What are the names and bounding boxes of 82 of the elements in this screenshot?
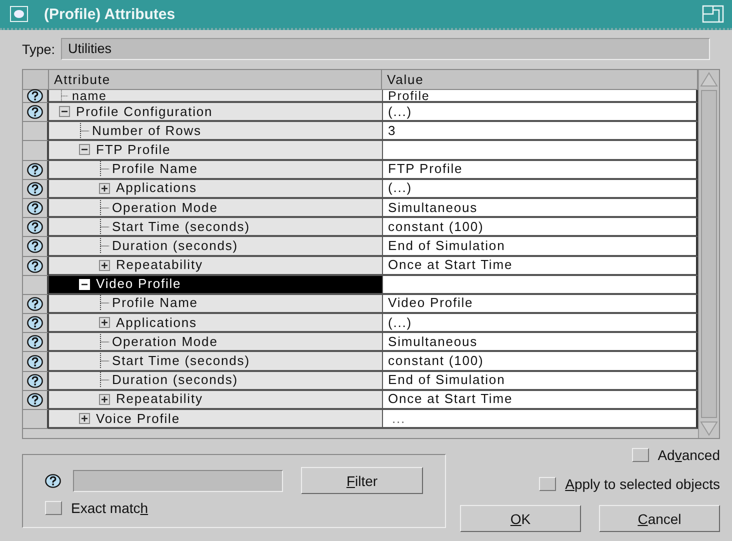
expand-icon[interactable] (79, 413, 90, 424)
help-icon[interactable] (27, 392, 43, 407)
tree-line (99, 372, 109, 388)
attribute-cell[interactable]: name (49, 90, 382, 103)
attribute-cell[interactable]: FTP Profile (49, 141, 382, 161)
attribute-cell[interactable]: Profile Name (49, 160, 382, 180)
attribute-cell[interactable]: Applications (49, 180, 382, 199)
attribute-cell[interactable]: Operation Mode (49, 198, 382, 218)
collapse-icon[interactable] (59, 106, 70, 118)
value-cell[interactable]: End of Simulation (382, 372, 698, 391)
help-icon[interactable] (27, 220, 43, 234)
value-cell[interactable]: (...) (382, 103, 698, 122)
maximize-icon[interactable] (702, 5, 724, 23)
help-icon[interactable] (27, 239, 43, 254)
attribute-cell[interactable]: Duration (seconds) (49, 237, 382, 256)
value-cell[interactable] (382, 141, 698, 161)
checkbox[interactable]: Exact match (45, 500, 431, 516)
value-cell[interactable]: Once at Start Time (382, 256, 698, 276)
tree-line (99, 295, 109, 312)
column-header[interactable]: Value (382, 70, 698, 90)
checkbox[interactable]: Advanced (632, 447, 720, 463)
value-cell[interactable]: Simultaneous (382, 198, 698, 218)
value-cell[interactable]: (...) (382, 180, 698, 199)
value-cell[interactable] (382, 276, 698, 295)
value-cell[interactable]: Once at Start Time (382, 390, 698, 410)
help-icon[interactable] (27, 316, 43, 330)
value-cell[interactable]: 3 (382, 122, 698, 142)
attribute-cell[interactable]: Repeatability (49, 390, 382, 410)
value-cell[interactable]: Simultaneous (382, 333, 698, 352)
tree-line (99, 218, 109, 235)
help-icon[interactable] (27, 105, 43, 120)
value-cell[interactable]: Profile (382, 90, 698, 103)
help-icon[interactable] (27, 335, 43, 350)
help-icon[interactable] (27, 162, 43, 177)
expand-icon[interactable] (99, 394, 110, 405)
tree-line (99, 353, 109, 370)
column-header[interactable]: Attribute (49, 70, 382, 90)
help-icon[interactable] (27, 201, 43, 216)
attribute-cell[interactable]: Number of Rows (49, 122, 382, 142)
tree-line (99, 200, 109, 216)
cancel-button[interactable]: Cancel (599, 505, 720, 532)
help-icon[interactable] (27, 354, 43, 369)
window-title: (Profile) Attributes (44, 6, 176, 22)
help-icon[interactable] (27, 182, 43, 196)
expand-icon[interactable] (99, 317, 110, 328)
checkbox[interactable]: Apply to selected objects (539, 476, 720, 492)
expand-icon[interactable] (99, 182, 110, 194)
value-cell[interactable]: End of Simulation (382, 237, 698, 256)
value-cell[interactable]: FTP Profile (382, 160, 698, 180)
tree-line (99, 334, 109, 350)
collapse-icon[interactable] (79, 144, 90, 156)
tree-line (59, 90, 69, 101)
attribute-cell[interactable]: Start Time (seconds) (49, 352, 382, 372)
value-cell[interactable]: Video Profile (382, 294, 698, 314)
attribute-cell[interactable]: Operation Mode (49, 333, 382, 352)
value-cell[interactable]: (...) (382, 314, 698, 334)
type-label: Type: (22, 42, 56, 56)
window-menu-icon[interactable] (10, 6, 28, 22)
attribute-cell[interactable]: Start Time (seconds) (49, 218, 382, 238)
help-icon[interactable] (45, 474, 61, 488)
value-cell[interactable]: constant (100) (382, 352, 698, 372)
attribute-cell[interactable]: Profile Configuration (49, 103, 382, 122)
attribute-cell[interactable]: Profile Name (49, 294, 382, 314)
tree-line (79, 122, 89, 139)
value-cell[interactable]: constant (100) (382, 218, 698, 238)
value-cell[interactable]: ... (382, 410, 698, 430)
type-field: Utilities (61, 38, 710, 60)
tree-line (99, 238, 109, 254)
help-icon[interactable] (27, 258, 43, 273)
filter-field[interactable] (73, 470, 283, 492)
ok-button[interactable]: OK (460, 505, 581, 532)
help-icon[interactable] (27, 296, 43, 311)
attribute-cell[interactable]: Voice Profile (49, 410, 382, 430)
attribute-cell[interactable]: Duration (seconds) (49, 372, 382, 391)
filter-button[interactable]: Filter (301, 467, 423, 494)
attribute-cell[interactable]: Applications (49, 314, 382, 334)
attribute-cell[interactable]: Repeatability (49, 256, 382, 276)
help-icon[interactable] (27, 89, 43, 103)
attribute-cell[interactable]: Video Profile (49, 276, 382, 295)
tree-line (99, 161, 109, 178)
help-icon[interactable] (27, 374, 43, 388)
expand-icon[interactable] (99, 260, 110, 271)
